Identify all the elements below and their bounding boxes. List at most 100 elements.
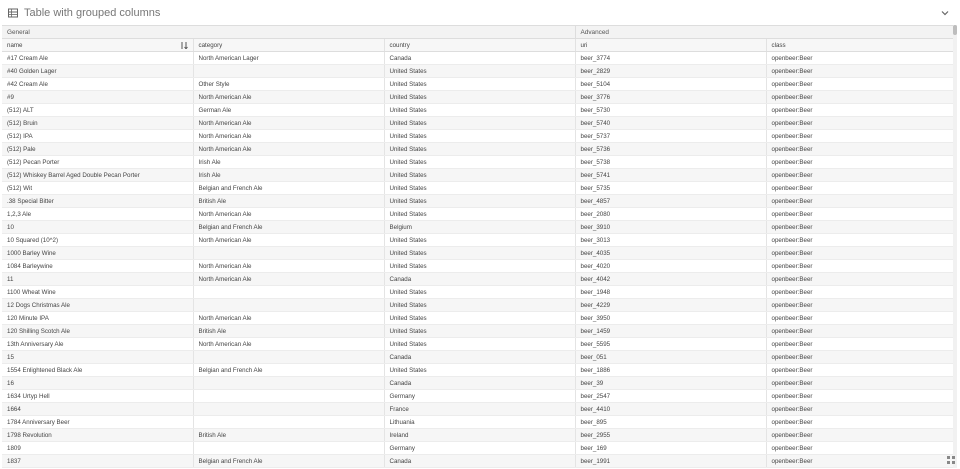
column-header-name[interactable]: name (2, 39, 193, 52)
cell-class[interactable]: openbeer:Beer (766, 65, 953, 78)
cell-category[interactable]: North American Ale (193, 260, 384, 273)
table-row[interactable]: 1784 Anniversary BeerLithuaniabeer_895op… (2, 416, 953, 429)
cell-class[interactable]: openbeer:Beer (766, 143, 953, 156)
cell-category[interactable]: Irish Ale (193, 169, 384, 182)
column-header-category[interactable]: category (193, 39, 384, 52)
cell-uri[interactable]: beer_5730 (575, 104, 766, 117)
cell-country[interactable]: United States (384, 117, 575, 130)
cell-name[interactable]: 1798 Revolution (2, 429, 193, 442)
cell-category[interactable]: Belgian and French Ale (193, 221, 384, 234)
cell-category[interactable]: North American Ale (193, 338, 384, 351)
table-row[interactable]: 1000 Barley Wine United Statesbeer_4035op… (2, 247, 953, 260)
table-row[interactable]: (512) Pecan PorterIrish AleUnited States… (2, 156, 953, 169)
table-row[interactable]: #40 Golden LagerUnited Statesbeer_2829op… (2, 65, 953, 78)
cell-uri[interactable]: beer_5736 (575, 143, 766, 156)
cell-country[interactable]: United States (384, 312, 575, 325)
cell-uri[interactable]: beer_3910 (575, 221, 766, 234)
column-header-uri[interactable]: uri (575, 39, 766, 52)
cell-class[interactable]: openbeer:Beer (766, 325, 953, 338)
cell-country[interactable]: United States (384, 286, 575, 299)
table-row[interactable]: #9North American AleUnited Statesbeer_37… (2, 91, 953, 104)
cell-class[interactable]: openbeer:Beer (766, 195, 953, 208)
cell-class[interactable]: openbeer:Beer (766, 429, 953, 442)
cell-category[interactable]: North American Ale (193, 130, 384, 143)
cell-category[interactable]: North American Ale (193, 91, 384, 104)
cell-class[interactable]: openbeer:Beer (766, 182, 953, 195)
cell-class[interactable]: openbeer:Beer (766, 403, 953, 416)
column-header-class[interactable]: class (766, 39, 953, 52)
cell-name[interactable]: #17 Cream Ale (2, 52, 193, 65)
cell-class[interactable]: openbeer:Beer (766, 247, 953, 260)
table-row[interactable]: 15Canadabeer_051openbeer:Beer (2, 351, 953, 364)
table-row[interactable]: (512) IPANorth American AleUnited States… (2, 130, 953, 143)
cell-country[interactable]: Canada (384, 351, 575, 364)
cell-uri[interactable]: beer_5740 (575, 117, 766, 130)
table-row[interactable]: 1809Germanybeer_169openbeer:Beer (2, 442, 953, 455)
table-row[interactable]: (512) ALTGerman AleUnited Statesbeer_573… (2, 104, 953, 117)
cell-uri[interactable]: beer_5738 (575, 156, 766, 169)
table-row[interactable]: (512) PaleNorth American AleUnited State… (2, 143, 953, 156)
cell-country[interactable]: France (384, 403, 575, 416)
cell-name[interactable]: .38 Special Bitter (2, 195, 193, 208)
cell-name[interactable]: 13th Anniversary Ale (2, 338, 193, 351)
table-row[interactable]: 16Canadabeer_39openbeer:Beer (2, 377, 953, 390)
cell-category[interactable]: Irish Ale (193, 156, 384, 169)
table-row[interactable]: #17 Cream AleNorth American LagerCanadab… (2, 52, 953, 65)
cell-class[interactable]: openbeer:Beer (766, 91, 953, 104)
sort-icon[interactable] (181, 42, 188, 49)
cell-class[interactable]: openbeer:Beer (766, 221, 953, 234)
vertical-scrollbar[interactable] (953, 25, 957, 468)
table-row[interactable]: 1664 Francebeer_4410openbeer:Beer (2, 403, 953, 416)
cell-class[interactable]: openbeer:Beer (766, 260, 953, 273)
cell-class[interactable]: openbeer:Beer (766, 286, 953, 299)
cell-uri[interactable]: beer_4020 (575, 260, 766, 273)
table-row[interactable]: 1634 Urtyp HellGermanybeer_2547openbeer:… (2, 390, 953, 403)
cell-category[interactable] (193, 403, 384, 416)
cell-class[interactable]: openbeer:Beer (766, 117, 953, 130)
cell-country[interactable]: United States (384, 156, 575, 169)
cell-name[interactable]: 120 Shilling Scotch Ale (2, 325, 193, 338)
cell-class[interactable]: openbeer:Beer (766, 234, 953, 247)
cell-name[interactable]: 120 Minute IPA (2, 312, 193, 325)
cell-name[interactable]: 1554 Enlightened Black Ale (2, 364, 193, 377)
cell-country[interactable]: Canada (384, 455, 575, 468)
cell-country[interactable]: United States (384, 247, 575, 260)
cell-uri[interactable]: beer_4042 (575, 273, 766, 286)
cell-uri[interactable]: beer_5595 (575, 338, 766, 351)
cell-uri[interactable]: beer_3013 (575, 234, 766, 247)
cell-name[interactable]: 11 (2, 273, 193, 286)
cell-uri[interactable]: beer_5735 (575, 182, 766, 195)
cell-uri[interactable]: beer_1886 (575, 364, 766, 377)
cell-name[interactable]: 1000 Barley Wine (2, 247, 193, 260)
cell-class[interactable]: openbeer:Beer (766, 442, 953, 455)
cell-uri[interactable]: beer_3776 (575, 91, 766, 104)
cell-country[interactable]: United States (384, 78, 575, 91)
cell-class[interactable]: openbeer:Beer (766, 338, 953, 351)
cell-class[interactable]: openbeer:Beer (766, 104, 953, 117)
cell-category[interactable]: North American Ale (193, 208, 384, 221)
table-row[interactable]: .38 Special BitterBritish AleUnited Stat… (2, 195, 953, 208)
cell-name[interactable]: 15 (2, 351, 193, 364)
cell-country[interactable]: United States (384, 169, 575, 182)
panel-header[interactable]: Table with grouped columns (0, 0, 960, 26)
cell-name[interactable]: 1,2,3 Ale (2, 208, 193, 221)
cell-country[interactable]: United States (384, 182, 575, 195)
cell-uri[interactable]: beer_3950 (575, 312, 766, 325)
cell-country[interactable]: United States (384, 143, 575, 156)
cell-name[interactable]: (512) Bruin (2, 117, 193, 130)
cell-name[interactable]: 1100 Wheat Wine (2, 286, 193, 299)
cell-uri[interactable]: beer_895 (575, 416, 766, 429)
cell-name[interactable]: 1664 (2, 403, 193, 416)
cell-uri[interactable]: beer_2829 (575, 65, 766, 78)
cell-country[interactable]: Germany (384, 442, 575, 455)
table-row[interactable]: 1084 BarleywineNorth American AleUnited … (2, 260, 953, 273)
cell-uri[interactable]: beer_4410 (575, 403, 766, 416)
table-row[interactable]: 1554 Enlightened Black AleBelgian and Fr… (2, 364, 953, 377)
cell-category[interactable] (193, 286, 384, 299)
cell-name[interactable]: 16 (2, 377, 193, 390)
cell-uri[interactable]: beer_4035 (575, 247, 766, 260)
cell-uri[interactable]: beer_39 (575, 377, 766, 390)
cell-uri[interactable]: beer_3774 (575, 52, 766, 65)
cell-class[interactable]: openbeer:Beer (766, 455, 953, 468)
cell-class[interactable]: openbeer:Beer (766, 351, 953, 364)
